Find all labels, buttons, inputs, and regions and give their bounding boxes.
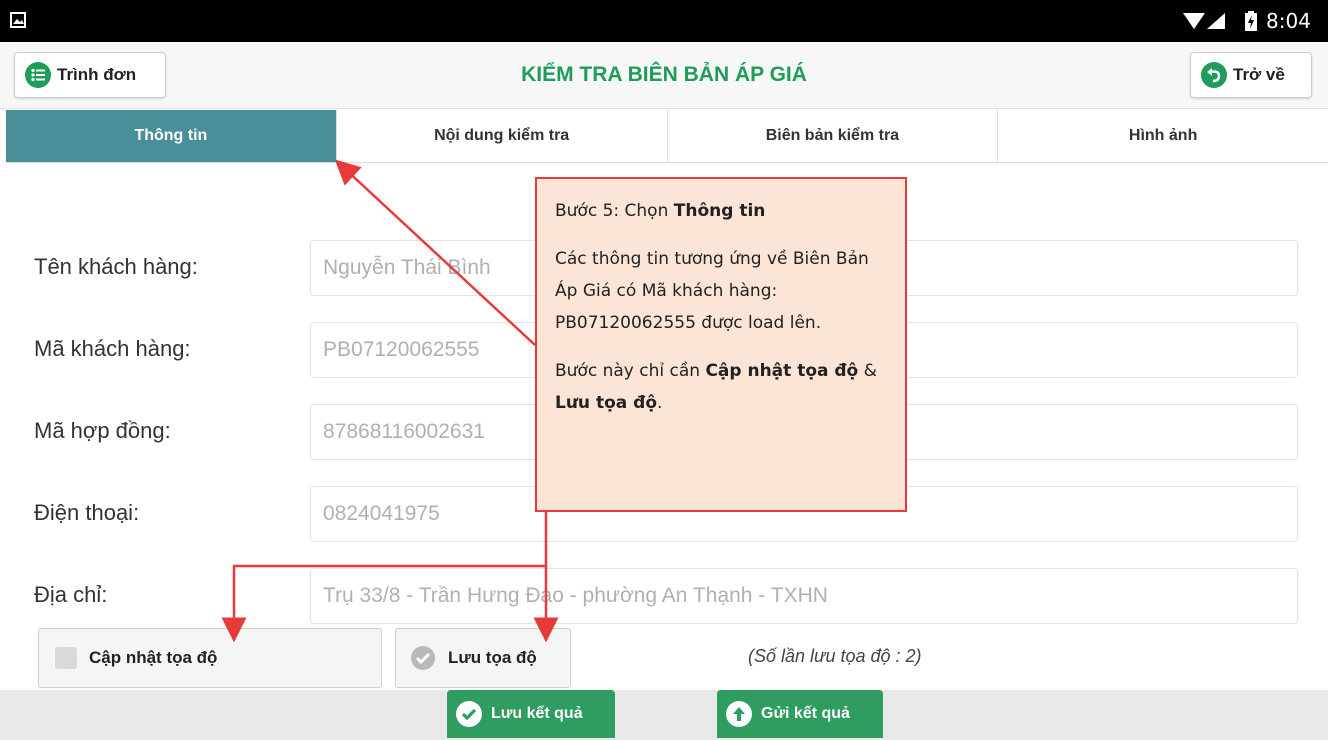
page-title: KIỂM TRA BIÊN BẢN ÁP GIÁ [521, 63, 807, 86]
save-result-label: Lưu kết quả [491, 705, 583, 722]
save-coords-button[interactable]: Lưu tọa độ [395, 628, 571, 688]
check-circle-icon [456, 701, 482, 727]
status-time: 8:04 [1266, 9, 1311, 33]
image-notification-icon [10, 12, 26, 28]
update-coords-button[interactable]: Cập nhật tọa độ [38, 628, 382, 688]
back-button[interactable]: Trở về [1190, 52, 1312, 98]
callout-note-prefix: Bước này chỉ cần [555, 361, 706, 381]
contract-code-label: Mã hợp đồng: [34, 418, 171, 443]
menu-button[interactable]: Trình đơn [14, 52, 166, 98]
address-field[interactable]: Trụ 33/8 - Trần Hưng Đạo - phường An Thạ… [310, 568, 1298, 624]
check-circle-icon [411, 646, 435, 670]
send-result-button[interactable]: Gửi kết quả [717, 690, 883, 738]
update-coords-label: Cập nhật tọa độ [89, 648, 218, 667]
status-bar: 8:04 [0, 0, 1328, 42]
callout-note-suffix: . [657, 393, 663, 413]
back-button-label: Trở về [1233, 65, 1285, 84]
save-coords-label: Lưu tọa độ [448, 648, 537, 667]
bottom-bar [0, 690, 1328, 740]
callout-description: Các thông tin tương ứng về Biên Bản Áp G… [555, 249, 869, 333]
customer-code-label: Mã khách hàng: [34, 336, 191, 361]
tab-noi-dung-kiem-tra[interactable]: Nội dung kiểm tra [337, 110, 668, 162]
tab-hinh-anh[interactable]: Hình ảnh [998, 110, 1328, 162]
tab-bar: Thông tin Nội dung kiểm tra Biên bản kiể… [6, 110, 1328, 163]
customer-name-label: Tên khách hàng: [34, 254, 198, 279]
callout-note-mid: & [858, 361, 877, 381]
signal-icon [1207, 13, 1225, 29]
address-label: Địa chỉ: [34, 582, 108, 607]
save-result-button[interactable]: Lưu kết quả [447, 690, 615, 738]
menu-button-label: Trình đơn [57, 65, 137, 84]
update-coords-checkbox[interactable] [55, 647, 77, 669]
list-menu-icon [25, 62, 51, 88]
undo-arrow-icon [1201, 62, 1227, 88]
callout-step-prefix: Bước 5: Chọn [555, 201, 674, 221]
callout-note-bold-2: Lưu tọa độ [555, 393, 657, 413]
upload-arrow-icon [726, 701, 752, 727]
wifi-icon [1183, 13, 1205, 29]
tab-thong-tin[interactable]: Thông tin [6, 110, 337, 162]
battery-charging-icon [1245, 11, 1257, 31]
send-result-label: Gửi kết quả [761, 705, 850, 722]
instruction-callout: Bước 5: Chọn Thông tin Các thông tin tươ… [535, 177, 907, 512]
tab-bien-ban-kiem-tra[interactable]: Biên bản kiểm tra [668, 110, 999, 162]
phone-label: Điện thoại: [34, 500, 140, 525]
callout-step-bold: Thông tin [673, 201, 766, 221]
callout-note-bold-1: Cập nhật tọa độ [705, 361, 859, 381]
save-count-text: (Số lần lưu tọa độ : 2) [748, 646, 922, 666]
